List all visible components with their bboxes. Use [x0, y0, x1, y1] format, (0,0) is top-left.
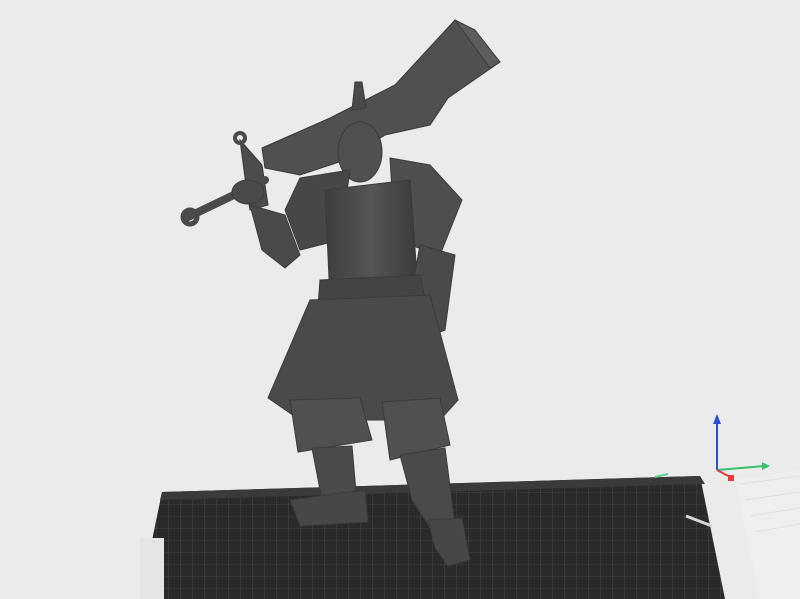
- green-marker-icon: [654, 473, 669, 478]
- xyz-axis-icon[interactable]: [713, 414, 770, 481]
- x-axis-marker-icon: [728, 475, 734, 481]
- 3d-viewport[interactable]: [0, 0, 800, 599]
- z-axis-arrow-icon: [713, 414, 721, 424]
- plate-edge-strip: [140, 538, 164, 599]
- secondary-plate-outline: [735, 470, 800, 599]
- y-axis-line: [716, 465, 766, 471]
- y-axis-arrow-icon: [762, 462, 770, 470]
